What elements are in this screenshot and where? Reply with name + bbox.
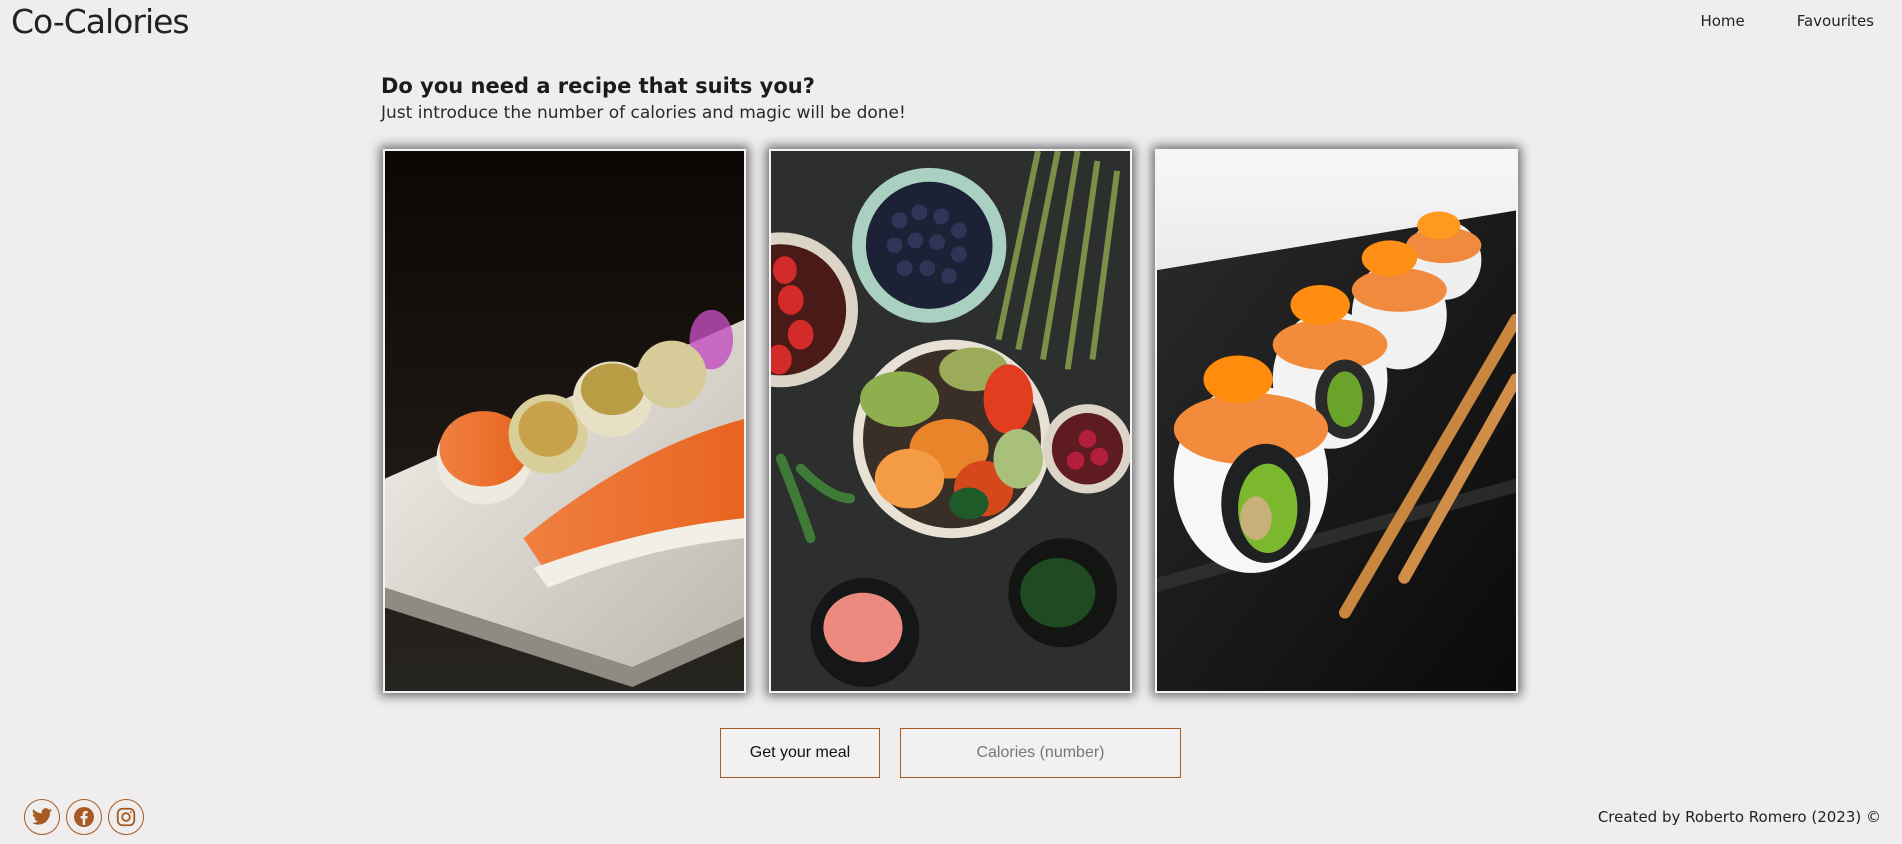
salmon-sushi-photo [385, 151, 744, 691]
healthy-bowl-photo [771, 151, 1130, 691]
calories-input[interactable] [900, 728, 1181, 778]
intro-subtitle: Just introduce the number of calories an… [381, 103, 906, 123]
sushi-rolls-photo [1157, 151, 1516, 691]
meal-controls: Get your meal [720, 728, 1181, 778]
intro-title: Do you need a recipe that suits you? [381, 74, 815, 98]
nav-favourites-link[interactable]: Favourites [1797, 12, 1874, 30]
page: Co-Calories Home Favourites Do you need … [0, 0, 1902, 844]
twitter-icon[interactable] [24, 799, 60, 835]
intro-section: Do you need a recipe that suits you? Jus… [381, 74, 906, 123]
gallery-image-sushi-rolls [1155, 149, 1518, 693]
footer-credit: Created by Roberto Romero (2023) © [1597, 808, 1881, 826]
top-nav: Home Favourites [1700, 12, 1874, 30]
site-logo[interactable]: Co-Calories [11, 2, 190, 41]
image-gallery [383, 149, 1518, 693]
gallery-image-healthy-bowls [769, 149, 1132, 693]
nav-home-link[interactable]: Home [1700, 12, 1744, 30]
gallery-image-salmon-sushi [383, 149, 746, 693]
facebook-icon[interactable] [66, 799, 102, 835]
get-meal-button[interactable]: Get your meal [720, 728, 880, 778]
social-links [24, 799, 144, 835]
instagram-icon[interactable] [108, 799, 144, 835]
